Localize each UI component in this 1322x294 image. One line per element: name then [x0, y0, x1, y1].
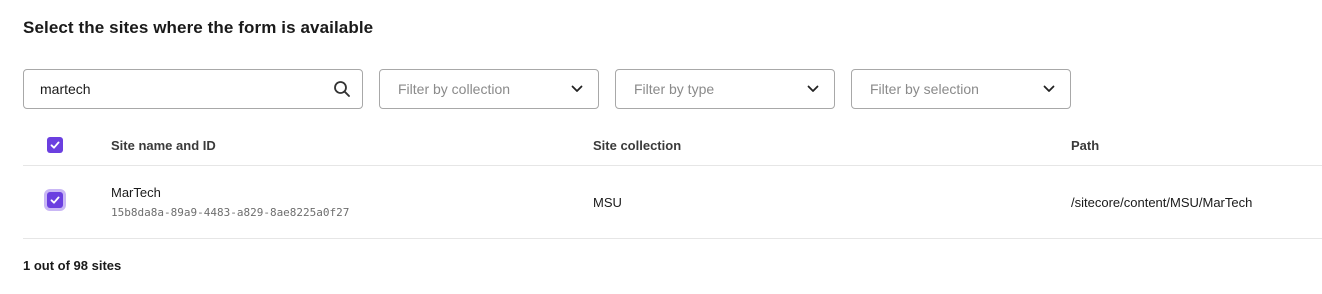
page-title: Select the sites where the form is avail…	[23, 18, 374, 37]
filter-selection-dropdown[interactable]: Filter by selection	[851, 69, 1071, 109]
chevron-down-icon	[570, 82, 584, 96]
chevron-down-icon	[1042, 82, 1056, 96]
select-all-checkbox[interactable]	[47, 137, 63, 153]
column-header-path[interactable]: Path	[1071, 138, 1099, 153]
filter-type-dropdown[interactable]: Filter by type	[615, 69, 835, 109]
site-path: /sitecore/content/MSU/MarTech	[1071, 195, 1253, 210]
header-divider	[23, 165, 1322, 166]
filter-selection-placeholder: Filter by selection	[870, 81, 979, 97]
site-collection: MSU	[593, 195, 622, 210]
site-name: MarTech	[111, 185, 161, 200]
search-input-value[interactable]: martech	[40, 81, 332, 97]
filter-collection-placeholder: Filter by collection	[398, 81, 511, 97]
search-input[interactable]: martech	[23, 69, 363, 109]
column-header-site-collection[interactable]: Site collection	[593, 138, 681, 153]
row-divider	[23, 238, 1322, 239]
row-checkbox[interactable]	[47, 192, 63, 208]
site-id: 15b8da8a-89a9-4483-a829-8ae8225a0f27	[111, 206, 350, 219]
checkmark-icon	[50, 196, 60, 204]
filter-type-placeholder: Filter by type	[634, 81, 715, 97]
results-count: 1 out of 98 sites	[23, 258, 122, 273]
search-icon[interactable]	[332, 79, 352, 99]
column-header-site-name[interactable]: Site name and ID	[111, 138, 216, 153]
chevron-down-icon	[806, 82, 820, 96]
checkmark-icon	[50, 141, 60, 149]
filter-collection-dropdown[interactable]: Filter by collection	[379, 69, 599, 109]
